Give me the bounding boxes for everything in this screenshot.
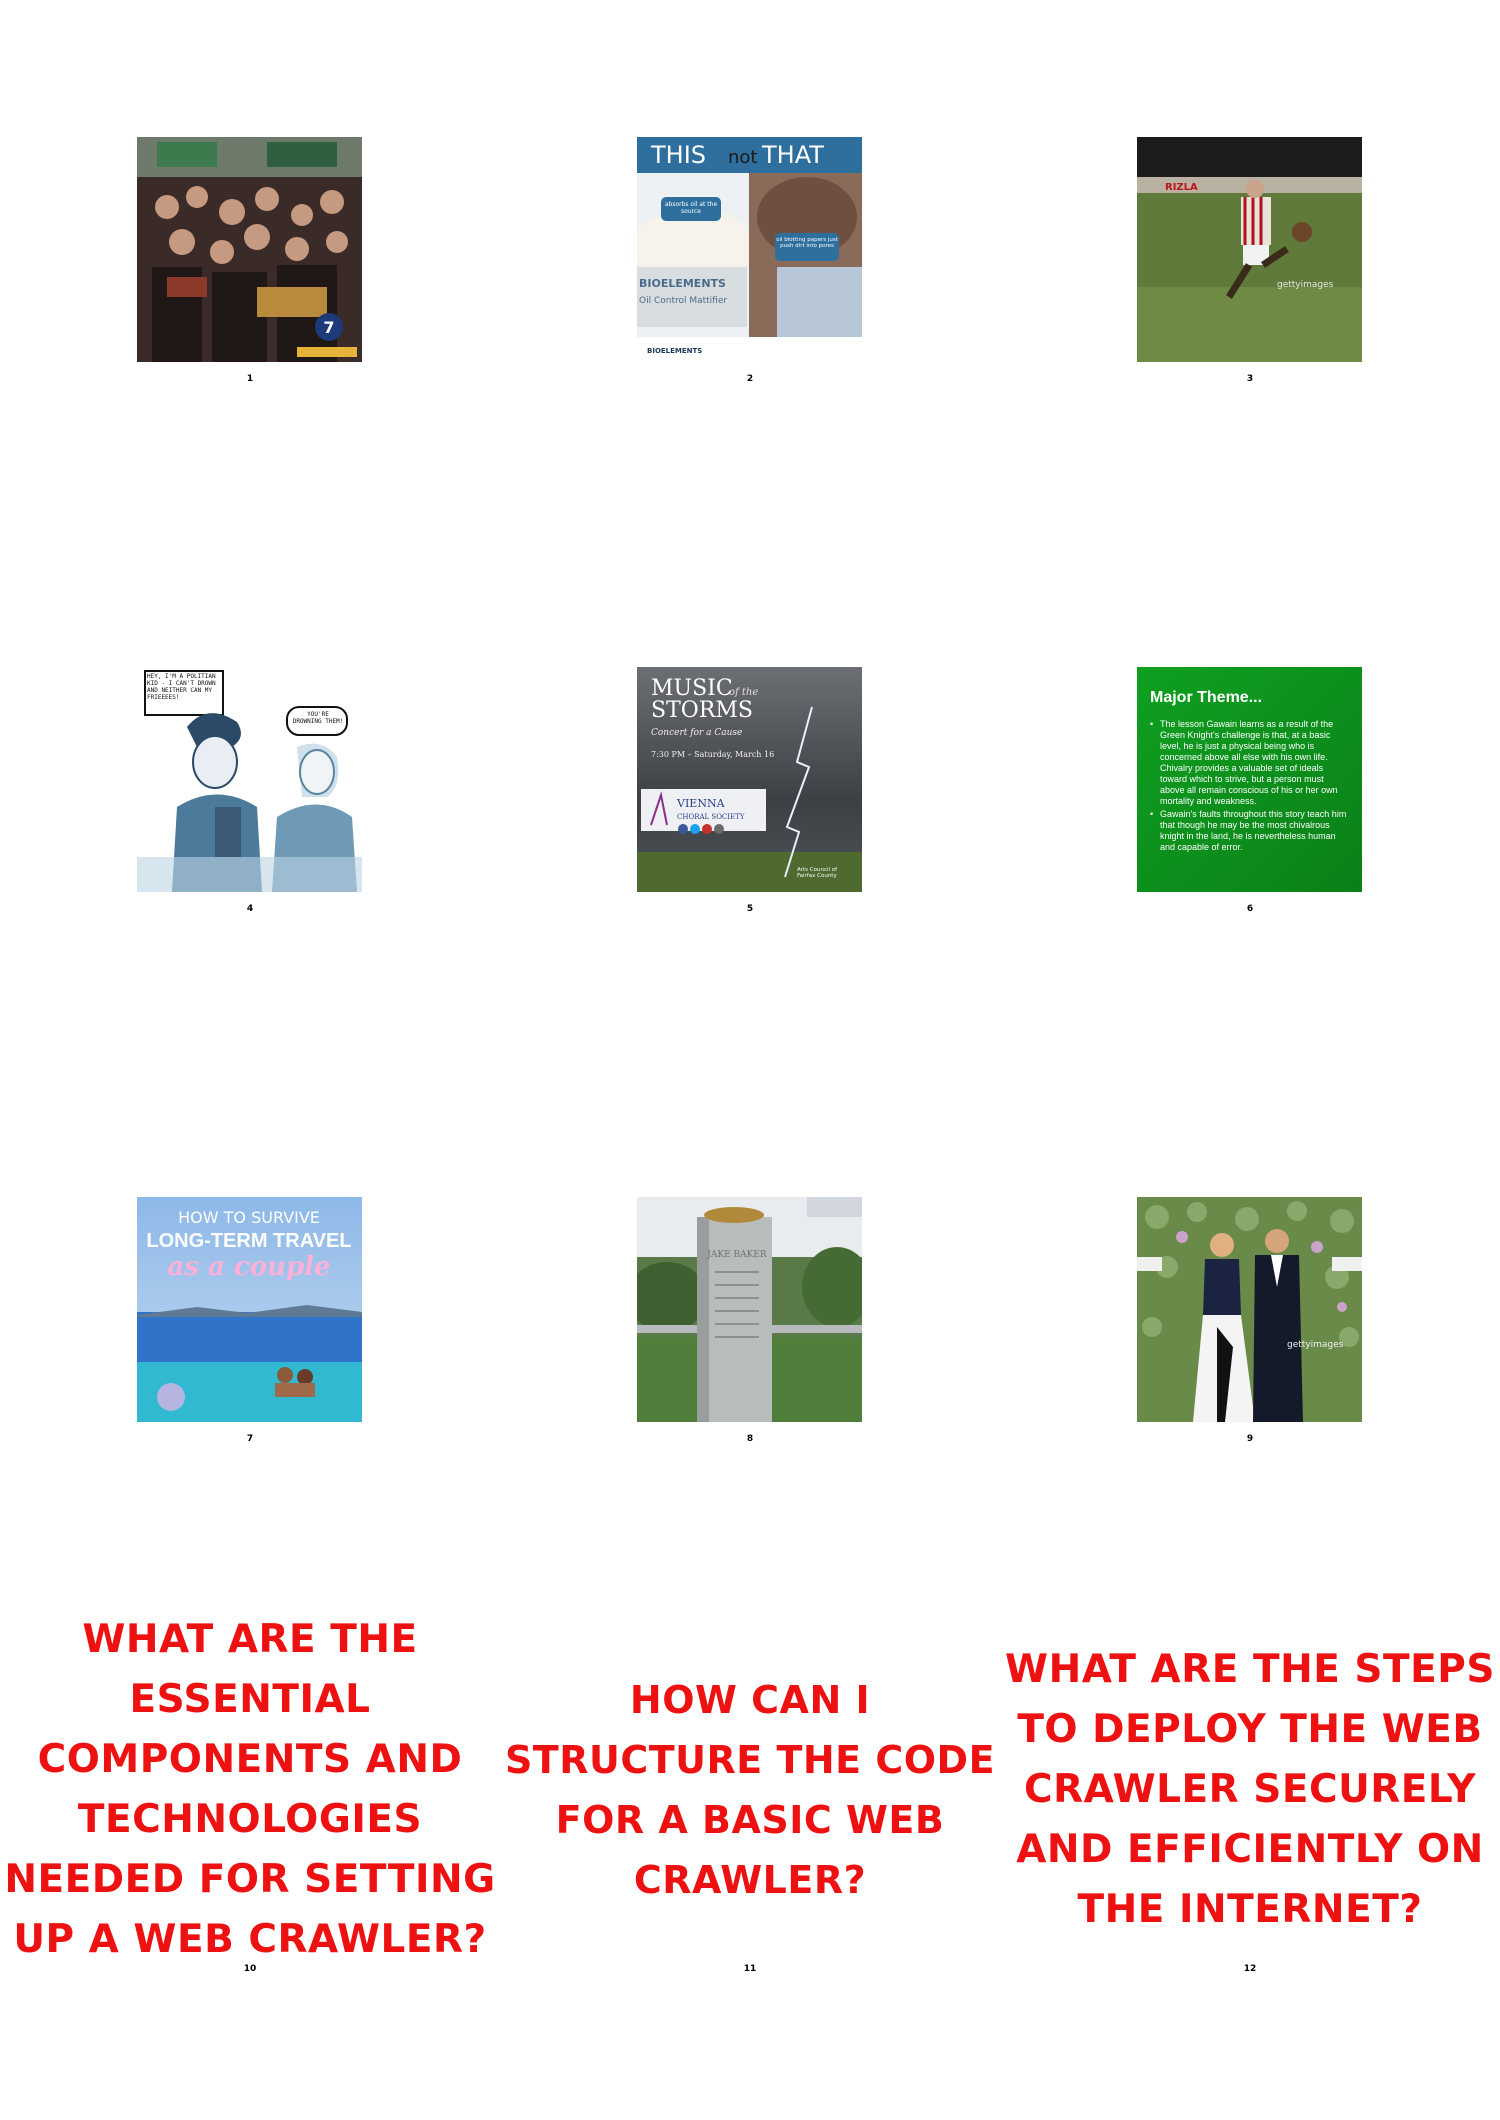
sponsor: Arts Council of Fairfax County — [797, 867, 838, 879]
ad-title-right: THAT — [761, 141, 824, 169]
callout-2: oil blotting papers just push dirt into … — [776, 237, 838, 249]
page-number: 2 — [746, 374, 754, 384]
ad-title-left: THIS — [650, 141, 706, 169]
page-number: 7 — [246, 1434, 254, 1444]
page-cell-4: HEY, I'M A POLITIAN KID - I CAN'T DROWN … — [0, 530, 500, 1060]
news-ticker-icon — [297, 347, 357, 357]
ad-title-mid: not — [728, 147, 757, 168]
page-cell-8: JAKE BAKER 8 — [500, 1060, 1000, 1590]
poster-title-2: STORMS — [651, 698, 753, 723]
page-cell-2: THIS not THAT BIOELEMENTS Oil Control Ma… — [500, 0, 1000, 530]
question-text: How can I structure the code for a basic… — [504, 1678, 996, 1902]
poster-subtitle: Concert for a Cause — [651, 728, 742, 738]
page-cell-10: What are the essential components and te… — [0, 1590, 500, 2120]
question-text-block: What are the essential components and te… — [0, 1590, 500, 1990]
page-number: 12 — [1243, 1964, 1257, 1974]
question-text: What are the steps to deploy the web cra… — [1005, 1647, 1495, 1932]
page-number: 6 — [1246, 904, 1254, 914]
question-text: What are the essential components and te… — [4, 1617, 496, 1962]
org-name-1: VIENNA — [676, 797, 726, 810]
speech-bubble-1: HEY, I'M A POLITIAN KID - I CAN'T DROWN … — [147, 673, 216, 701]
callout-1: absorbs oil at the source — [664, 201, 718, 215]
page-number: 5 — [746, 904, 754, 914]
stand-sign: RIZLA — [1165, 182, 1198, 193]
thumbnail-grave-marker: JAKE BAKER — [637, 1197, 862, 1422]
thumbnail-bioelements-ad: THIS not THAT BIOELEMENTS Oil Control Ma… — [637, 137, 862, 362]
poster-title-small: of the — [729, 687, 758, 698]
page-number: 8 — [746, 1434, 754, 1444]
page-cell-11: How can I structure the code for a basic… — [500, 1590, 1000, 2120]
thumbnail-concert-poster: MUSIC of the STORMS Concert for a Cause … — [637, 667, 862, 892]
page-number: 4 — [246, 904, 254, 914]
page-cell-6: Major Theme... • The lesson Gawain learn… — [1000, 530, 1500, 1060]
svg-text:7: 7 — [323, 318, 334, 337]
travel-line-3: as a couple — [167, 1252, 330, 1282]
page-number: 9 — [1246, 1434, 1254, 1444]
travel-line-1: HOW TO SURVIVE — [178, 1208, 320, 1227]
inscription: JAKE BAKER — [706, 1250, 767, 1260]
jar-product: Oil Control Mattifier — [639, 296, 727, 306]
thumbnail-slide-major-theme: Major Theme... • The lesson Gawain learn… — [1137, 667, 1362, 892]
travel-line-2: LONG-TERM TRAVEL — [146, 1230, 351, 1252]
thumbnail-travel-couple: HOW TO SURVIVE LONG-TERM TRAVEL as a cou… — [137, 1197, 362, 1422]
jar-brand: BIOELEMENTS — [639, 277, 726, 290]
thumbnail-crowd-photo: 7 — [137, 137, 362, 362]
watermark: gettyimages — [1277, 280, 1334, 290]
question-text-block: What are the steps to deploy the web cra… — [1000, 1590, 1500, 1990]
thumbnail-comic-illustration: HEY, I'M A POLITIAN KID - I CAN'T DROWN … — [137, 667, 362, 892]
slide-heading: Major Theme... — [1150, 689, 1263, 706]
poster-date: 7:30 PM – Saturday, March 16 — [651, 750, 774, 759]
bullet-icon: • — [1150, 809, 1154, 819]
thumbnail-red-carpet-photo: gettyimages — [1137, 1197, 1362, 1422]
speech-bubble-2: YOU'RE DROWNING THEM! — [292, 711, 344, 725]
page-cell-12: What are the steps to deploy the web cra… — [1000, 1590, 1500, 2120]
page-number: 11 — [743, 1964, 757, 1974]
watermark: gettyimages — [1287, 1340, 1344, 1350]
page-cell-7: HOW TO SURVIVE LONG-TERM TRAVEL as a cou… — [0, 1060, 500, 1590]
page-cell-9: gettyimages 9 — [1000, 1060, 1500, 1590]
page-number: 3 — [1246, 374, 1254, 384]
page-cell-3: RIZLA gettyimages 3 — [1000, 0, 1500, 530]
org-name-2: CHORAL SOCIETY — [677, 813, 745, 821]
page-number: 10 — [243, 1964, 257, 1974]
page-number: 1 — [246, 374, 254, 384]
thumbnail-football-photo: RIZLA gettyimages — [1137, 137, 1362, 362]
slide-bullet-1: The lesson Gawain learns as a result of … — [1160, 719, 1338, 806]
bullet-icon: • — [1150, 719, 1154, 729]
page-cell-5: MUSIC of the STORMS Concert for a Cause … — [500, 530, 1000, 1060]
question-text-block: How can I structure the code for a basic… — [500, 1590, 1000, 1990]
slide-bullet-2: Gawain's faults throughout this story te… — [1160, 809, 1347, 852]
page-cell-1: 7 1 — [0, 0, 500, 530]
footer-brand: BIOELEMENTS — [647, 347, 702, 355]
